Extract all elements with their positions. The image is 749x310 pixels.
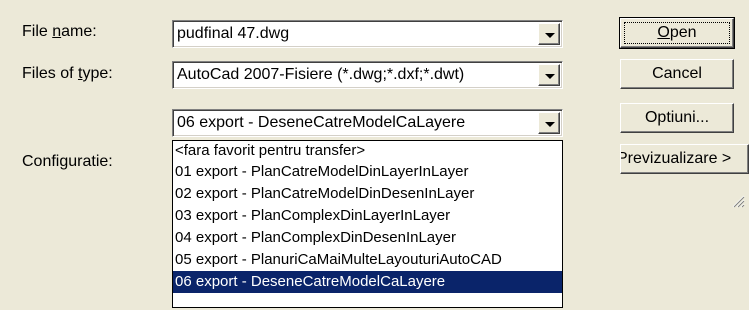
file-name-combo[interactable]: pudfinal 47.dwg <box>172 20 563 48</box>
file-type-combo[interactable]: AutoCad 2007-Fisiere (*.dwg;*.dxf;*.dwt) <box>172 61 563 89</box>
dropdown-item-06-export[interactable]: 06 export - DeseneCatreModelCaLayere <box>173 271 562 293</box>
files-of-type-label-post: ype: <box>82 65 113 82</box>
dropdown-item-01-export[interactable]: 01 export - PlanCatreModelDinLayerInLaye… <box>173 161 562 183</box>
files-of-type-label-pre: Files of <box>22 65 79 82</box>
configuratie-combo[interactable]: 06 export - DeseneCatreModelCaLayere <box>172 109 563 137</box>
chevron-down-icon[interactable] <box>538 64 560 86</box>
open-button-rest: pen <box>669 24 697 41</box>
dropdown-item-05-export[interactable]: 05 export - PlanuriCaMaiMulteLayouturiAu… <box>173 249 562 271</box>
dropdown-item-04-export[interactable]: 04 export - PlanComplexDinDesenInLayer <box>173 227 562 249</box>
open-button[interactable]: Open <box>619 17 735 49</box>
file-name-value[interactable]: pudfinal 47.dwg <box>177 21 289 47</box>
dropdown-item-03-export[interactable]: 03 export - PlanComplexDinLayerInLayer <box>173 205 562 227</box>
dropdown-item-fara-favorit[interactable]: <fara favorit pentru transfer> <box>173 141 562 161</box>
configuratie-label: Configuratie: <box>22 153 113 170</box>
configuratie-value[interactable]: 06 export - DeseneCatreModelCaLayere <box>177 110 465 136</box>
previzualizare-button-label: Previzualizare > <box>620 150 732 167</box>
previzualizare-button[interactable]: Previzualizare > <box>620 144 749 174</box>
optiuni-button[interactable]: Optiuni... <box>620 103 734 133</box>
file-name-label-key: n <box>52 23 62 40</box>
open-button-label: Open <box>657 23 696 43</box>
file-name-label-pre: File <box>22 23 53 40</box>
files-of-type-label: Files of type: <box>22 64 113 84</box>
file-name-label: File name: <box>22 22 97 42</box>
resize-grip-icon[interactable] <box>731 194 745 208</box>
cancel-button-label: Cancel <box>652 65 702 82</box>
file-type-value[interactable]: AutoCad 2007-Fisiere (*.dwg;*.dxf;*.dwt) <box>177 62 464 88</box>
dropdown-item-02-export[interactable]: 02 export - PlanCatreModelDinDesenInLaye… <box>173 183 562 205</box>
file-name-label-post: ame: <box>61 23 97 40</box>
optiuni-button-label: Optiuni... <box>644 109 710 126</box>
chevron-down-icon[interactable] <box>538 112 560 134</box>
chevron-down-icon[interactable] <box>538 23 560 45</box>
cancel-button[interactable]: Cancel <box>620 59 734 89</box>
open-button-key: O <box>657 24 670 41</box>
configuratie-dropdown-list[interactable]: <fara favorit pentru transfer> 01 export… <box>172 140 563 308</box>
